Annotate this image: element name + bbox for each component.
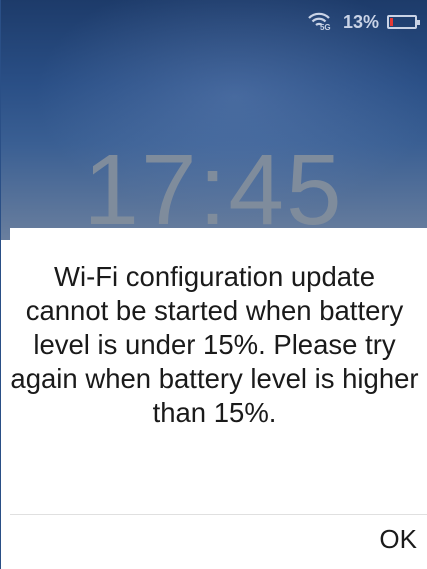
dialog-message: Wi-Fi configuration update cannot be sta…	[10, 261, 419, 428]
status-bar: 5G 13%	[307, 10, 420, 34]
alert-dialog: Wi-Fi configuration update cannot be sta…	[10, 228, 427, 569]
battery-icon	[387, 15, 420, 29]
battery-level-fill	[390, 18, 393, 26]
screen: 5G 13% 17:45 Wi-Fi configuration update …	[0, 0, 427, 569]
lockscreen-clock: 17:45	[83, 134, 344, 246]
battery-tip	[417, 20, 420, 25]
window-edge	[0, 0, 1, 569]
battery-percent: 13%	[342, 11, 379, 32]
dialog-divider	[10, 514, 427, 515]
wifi-icon: 5G	[307, 11, 335, 33]
network-type-label: 5G	[319, 23, 331, 32]
ok-button[interactable]: OK	[357, 517, 417, 561]
lockscreen-background: 5G 13% 17:45	[0, 0, 427, 240]
